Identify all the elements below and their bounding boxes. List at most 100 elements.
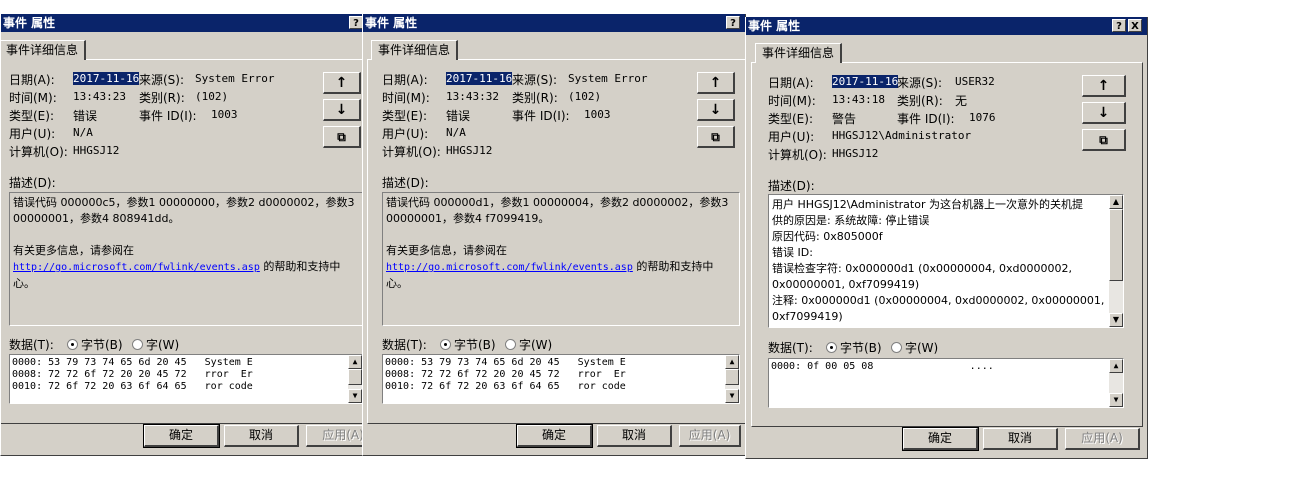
ok-button[interactable]: 确定 <box>516 424 593 448</box>
description-line: 供的原因是: 系统故障: 停止错误 <box>772 214 930 227</box>
link-suffix-continued: 心。 <box>386 277 408 290</box>
scroll-up-icon[interactable]: ▲ <box>1109 195 1123 209</box>
description-line: 有关更多信息，请参阅在 <box>13 244 134 257</box>
copy-button[interactable]: ⧉ <box>1082 129 1126 151</box>
scroll-thumb[interactable] <box>348 369 362 385</box>
cancel-button[interactable]: 取消 <box>597 425 672 447</box>
cancel-button[interactable]: 取消 <box>224 425 299 447</box>
words-radio-label: 字(W) <box>905 341 939 355</box>
data-scrollbar[interactable]: ▲ ▼ <box>348 355 362 403</box>
scroll-thumb[interactable] <box>725 369 739 385</box>
apply-button[interactable]: 应用(A) <box>1065 428 1140 450</box>
type-value[interactable]: 错误 <box>446 107 470 124</box>
user-value[interactable]: HHGSJ12\Administrator <box>832 129 971 142</box>
description-textbox[interactable]: 用户 HHGSJ12\Administrator 为这台机器上一次意外的关机提 … <box>768 194 1124 328</box>
words-radio[interactable]: 字(W) <box>891 339 938 356</box>
time-label: 时间(M): <box>9 91 57 105</box>
data-scrollbar[interactable]: ▲ ▼ <box>725 355 739 403</box>
event-id-value[interactable]: 1003 <box>211 108 238 121</box>
data-hex-box[interactable]: 0000: 53 79 73 74 65 6d 20 45 System E 0… <box>9 354 363 404</box>
scroll-down-icon[interactable]: ▼ <box>1109 393 1123 407</box>
user-label: 用户(U): <box>9 127 56 141</box>
category-label: 类别(R): <box>897 94 943 108</box>
data-hex-box[interactable]: 0000: 53 79 73 74 65 6d 20 45 System E 0… <box>382 354 740 404</box>
bytes-radio[interactable]: 字节(B) <box>440 336 496 353</box>
cancel-button[interactable]: 取消 <box>983 428 1058 450</box>
previous-event-button[interactable]: ↑ <box>323 72 361 94</box>
data-hex-box[interactable]: 0000: 0f 00 05 08 .... ▲ ▼ <box>768 358 1124 408</box>
category-value[interactable]: (102) <box>568 90 601 103</box>
time-value[interactable]: 13:43:18 <box>832 93 885 106</box>
words-radio[interactable]: 字(W) <box>505 336 552 353</box>
type-value[interactable]: 错误 <box>73 107 97 124</box>
category-label: 类别(R): <box>512 91 558 105</box>
copy-button[interactable]: ⧉ <box>323 126 361 148</box>
scroll-down-icon[interactable]: ▼ <box>725 389 739 403</box>
help-icon[interactable]: ? <box>726 16 740 29</box>
category-value[interactable]: (102) <box>195 90 228 103</box>
help-link[interactable]: http://go.microsoft.com/fwlink/events.as… <box>386 262 633 273</box>
time-value[interactable]: 13:43:23 <box>73 90 126 103</box>
scroll-down-icon[interactable]: ▼ <box>1109 313 1123 327</box>
description-scrollbar[interactable]: ▲ ▼ <box>1109 195 1123 327</box>
event-id-label: 事件 ID(I): <box>139 109 197 123</box>
description-line <box>13 227 363 243</box>
help-link[interactable]: http://go.microsoft.com/fwlink/events.as… <box>13 262 260 273</box>
source-value[interactable]: System Error <box>195 72 274 85</box>
computer-value[interactable]: HHGSJ12 <box>446 144 492 157</box>
scroll-up-icon[interactable]: ▲ <box>348 355 362 369</box>
ok-button[interactable]: 确定 <box>902 427 979 451</box>
type-value[interactable]: 警告 <box>832 110 856 127</box>
title-bar[interactable]: 事件 属性 ? <box>363 14 745 32</box>
time-value[interactable]: 13:43:32 <box>446 90 499 103</box>
up-arrow-icon: ↑ <box>709 75 722 91</box>
scroll-down-icon[interactable]: ▼ <box>348 389 362 403</box>
help-icon[interactable]: ? <box>1112 19 1126 32</box>
scroll-up-icon[interactable]: ▲ <box>725 355 739 369</box>
tab-event-details[interactable]: 事件详细信息 <box>755 43 843 63</box>
source-value[interactable]: System Error <box>568 72 647 85</box>
description-textbox[interactable]: 错误代码 000000c5，参数1 00000000，参数2 d0000002，… <box>9 192 363 326</box>
tab-event-details[interactable]: 事件详细信息 <box>371 40 459 60</box>
copy-button[interactable]: ⧉ <box>697 126 735 148</box>
scroll-thumb[interactable] <box>1109 209 1123 281</box>
data-line: 0008: 72 72 6f 72 20 20 45 72 rror Er <box>385 369 626 380</box>
help-icon[interactable]: ? <box>349 16 363 29</box>
description-textbox[interactable]: 错误代码 000000d1，参数1 00000004，参数2 d0000002，… <box>382 192 740 326</box>
user-label: 用户(U): <box>382 127 429 141</box>
bytes-radio[interactable]: 字节(B) <box>67 336 123 353</box>
user-value[interactable]: N/A <box>73 126 93 139</box>
next-event-button[interactable]: ↓ <box>697 99 735 121</box>
data-line: 0008: 72 72 6f 72 20 20 45 72 rror Er <box>12 369 253 380</box>
ok-button[interactable]: 确定 <box>143 424 220 448</box>
apply-button[interactable]: 应用(A) <box>306 425 363 447</box>
date-label: 日期(A): <box>768 76 814 90</box>
next-event-button[interactable]: ↓ <box>323 99 361 121</box>
user-value[interactable]: N/A <box>446 126 466 139</box>
copy-icon: ⧉ <box>1099 133 1108 147</box>
category-value[interactable]: 无 <box>955 92 967 109</box>
bytes-radio[interactable]: 字节(B) <box>826 339 882 356</box>
title-bar[interactable]: 事件 属性 ? X <box>746 17 1147 35</box>
data-scrollbar[interactable]: ▲ ▼ <box>1109 359 1123 407</box>
previous-event-button[interactable]: ↑ <box>697 72 735 94</box>
previous-event-button[interactable]: ↑ <box>1082 75 1126 97</box>
event-id-value[interactable]: 1076 <box>969 111 996 124</box>
event-id-value[interactable]: 1003 <box>584 108 611 121</box>
date-value[interactable]: 2017-11-16 <box>446 72 513 85</box>
tab-event-details[interactable]: 事件详细信息 <box>1 40 87 60</box>
date-value[interactable]: 2017-11-16 <box>73 72 140 85</box>
computer-value[interactable]: HHGSJ12 <box>832 147 878 160</box>
close-icon[interactable]: X <box>1128 19 1142 32</box>
title-bar[interactable]: 事件 属性 ? <box>1 14 363 32</box>
down-arrow-icon: ↓ <box>1097 105 1110 121</box>
apply-button[interactable]: 应用(A) <box>679 425 741 447</box>
words-radio[interactable]: 字(W) <box>132 336 179 353</box>
computer-value[interactable]: HHGSJ12 <box>73 144 119 157</box>
source-value[interactable]: USER32 <box>955 75 995 88</box>
description-label: 描述(D): <box>768 179 815 193</box>
next-event-button[interactable]: ↓ <box>1082 102 1126 124</box>
computer-label: 计算机(O): <box>768 148 827 162</box>
scroll-up-icon[interactable]: ▲ <box>1109 359 1123 373</box>
date-value[interactable]: 2017-11-16 <box>832 75 899 88</box>
